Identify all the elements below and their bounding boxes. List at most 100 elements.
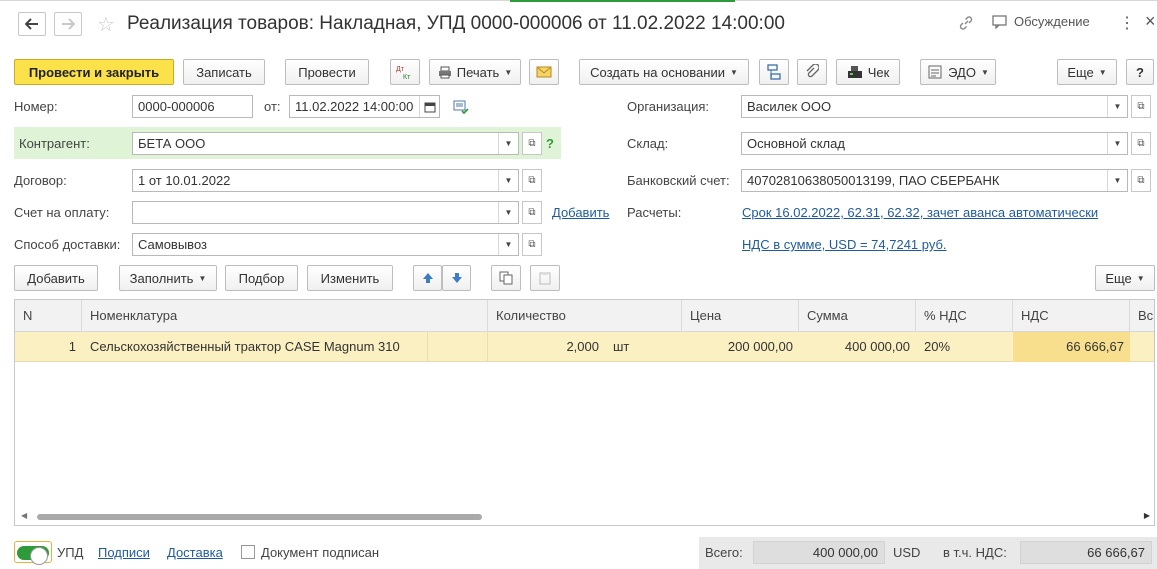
chevron-down-icon[interactable]: ▼ <box>1107 170 1127 191</box>
back-button[interactable] <box>18 12 46 36</box>
discussion-label: Обсуждение <box>1014 14 1090 29</box>
bank-account-field[interactable]: 40702810638050013199, ПАО СБЕРБАНК ▼ <box>741 169 1128 192</box>
toggle-track <box>17 546 49 565</box>
contract-field[interactable]: 1 от 10.01.2022 ▼ <box>132 169 519 192</box>
page-title: Реализация товаров: Накладная, УПД 0000-… <box>127 13 785 34</box>
change-button[interactable]: Изменить <box>307 265 393 291</box>
chevron-down-icon[interactable]: ▼ <box>1107 96 1127 117</box>
counterparty-hint-icon[interactable]: ? <box>546 136 554 151</box>
organization-field[interactable]: Василек ООО ▼ <box>741 95 1128 118</box>
help-button[interactable]: ? <box>1126 59 1154 85</box>
warehouse-field[interactable]: Основной склад ▼ <box>741 132 1128 155</box>
table-more-button[interactable]: Еще ▼ <box>1095 265 1155 291</box>
open-warehouse-icon[interactable]: ⧉ <box>1131 132 1151 155</box>
row-sum[interactable]: 400 000,00 <box>799 332 916 362</box>
row-qty[interactable]: 2,000 <box>488 332 605 362</box>
goods-table[interactable]: N Номенклатура Количество Цена Сумма % Н… <box>14 299 1155 526</box>
document-signed-label: Документ подписан <box>261 545 380 560</box>
chevron-down-icon[interactable]: ▼ <box>1107 133 1127 154</box>
settlements-link[interactable]: Срок 16.02.2022, 62.31, 62.32, зачет ава… <box>742 205 1098 220</box>
check-button[interactable]: Чек <box>836 59 900 85</box>
chevron-down-icon: ▼ <box>729 67 738 77</box>
copy-icon <box>499 271 513 285</box>
table-row[interactable]: 1 Сельскохозяйственный трактор CASE Magn… <box>15 332 1154 362</box>
edo-button[interactable]: ЭДО ▼ <box>920 59 996 85</box>
horizontal-scrollbar[interactable]: ◀ ▶ <box>15 509 1154 525</box>
row-item-extra[interactable] <box>428 332 488 362</box>
invoice-field[interactable]: ▼ <box>132 201 519 224</box>
discussion-button[interactable]: Обсуждение <box>992 14 1090 29</box>
row-unit[interactable]: шт <box>605 332 682 362</box>
col-vat[interactable]: НДС <box>1013 300 1130 332</box>
chevron-down-icon[interactable]: ▼ <box>498 133 518 154</box>
chevron-down-icon[interactable]: ▼ <box>498 202 518 223</box>
move-up-button[interactable] <box>413 265 442 291</box>
tab-strip <box>0 0 1157 3</box>
col-sum[interactable]: Сумма <box>799 300 916 332</box>
vat-link[interactable]: НДС в сумме, USD = 74,7241 руб. <box>742 237 947 252</box>
pick-button[interactable]: Подбор <box>225 265 298 291</box>
close-icon[interactable]: × <box>1145 11 1156 32</box>
fill-button[interactable]: Заполнить ▼ <box>119 265 217 291</box>
delivery-method-field[interactable]: Самовывоз ▼ <box>132 233 519 256</box>
date-field[interactable]: 11.02.2022 14:00:00 <box>289 95 440 118</box>
col-total[interactable]: Вс <box>1130 300 1154 332</box>
forward-button[interactable] <box>54 12 82 36</box>
link-icon[interactable] <box>958 15 974 34</box>
print-button[interactable]: Печать ▼ <box>429 59 521 85</box>
calendar-icon[interactable] <box>419 96 439 117</box>
signatures-link[interactable]: Подписи <box>98 545 150 560</box>
copy-row-button[interactable] <box>491 265 521 291</box>
scroll-right-icon[interactable]: ▶ <box>1144 511 1150 520</box>
post-and-close-button[interactable]: Провести и закрыть <box>14 59 174 85</box>
open-organization-icon[interactable]: ⧉ <box>1131 95 1151 118</box>
open-counterparty-icon[interactable]: ⧉ <box>522 132 542 155</box>
chat-icon <box>992 14 1007 29</box>
structure-button[interactable] <box>759 59 789 85</box>
add-row-button[interactable]: Добавить <box>14 265 98 291</box>
col-vat-rate[interactable]: % НДС <box>916 300 1013 332</box>
chevron-down-icon[interactable]: ▼ <box>498 234 518 255</box>
add-invoice-link[interactable]: Добавить <box>552 205 609 220</box>
row-vat[interactable]: 66 666,67 <box>1013 332 1130 362</box>
more-menu-icon[interactable]: ⋮ <box>1119 13 1135 33</box>
document-signed-checkbox[interactable] <box>241 545 255 559</box>
row-item[interactable]: Сельскохозяйственный трактор CASE Magnum… <box>82 332 428 362</box>
save-button[interactable]: Записать <box>183 59 265 85</box>
upd-toggle[interactable] <box>14 541 52 565</box>
post-button[interactable]: Провести <box>285 59 369 85</box>
open-delivery-icon[interactable]: ⧉ <box>522 233 542 256</box>
edo-icon <box>928 65 942 79</box>
bank-account-value: 40702810638050013199, ПАО СБЕРБАНК <box>747 173 1000 188</box>
counterparty-value: БЕТА ООО <box>138 136 206 151</box>
col-item[interactable]: Номенклатура <box>82 300 488 332</box>
number-field[interactable]: 0000-000006 <box>132 95 253 118</box>
arrow-right-icon <box>62 18 75 30</box>
scrollbar-thumb[interactable] <box>37 514 482 520</box>
open-invoice-icon[interactable]: ⧉ <box>522 201 542 224</box>
dt-kt-button[interactable]: Дт Кт <box>390 59 420 85</box>
row-vat-rate[interactable]: 20% <box>916 332 1013 362</box>
col-qty[interactable]: Количество <box>488 300 682 332</box>
printer-icon <box>438 66 451 78</box>
paste-row-button[interactable] <box>530 265 560 291</box>
open-bank-account-icon[interactable]: ⧉ <box>1131 169 1151 192</box>
col-n[interactable]: N <box>15 300 82 332</box>
scroll-left-icon[interactable]: ◀ <box>21 511 27 520</box>
row-price[interactable]: 200 000,00 <box>682 332 799 362</box>
document-status-icon[interactable] <box>453 99 469 118</box>
open-contract-icon[interactable]: ⧉ <box>522 169 542 192</box>
currency-label: USD <box>893 545 921 560</box>
email-button[interactable] <box>529 59 559 85</box>
create-based-on-button[interactable]: Создать на основании ▼ <box>579 59 749 85</box>
delivery-link[interactable]: Доставка <box>167 545 223 560</box>
counterparty-field[interactable]: БЕТА ООО ▼ <box>132 132 519 155</box>
more-button[interactable]: Еще ▼ <box>1057 59 1117 85</box>
favorite-star-icon[interactable]: ☆ <box>97 12 115 37</box>
col-price[interactable]: Цена <box>682 300 799 332</box>
attachment-button[interactable] <box>797 59 827 85</box>
organization-label: Организация: <box>627 99 710 114</box>
chevron-down-icon: ▼ <box>1136 273 1145 283</box>
move-down-button[interactable] <box>442 265 471 291</box>
chevron-down-icon[interactable]: ▼ <box>498 170 518 191</box>
